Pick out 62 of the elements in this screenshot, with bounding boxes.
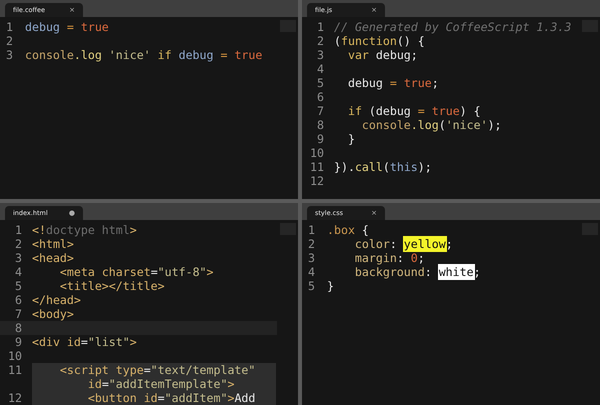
- line-number: 2: [5, 34, 14, 48]
- code-line: .box {: [327, 223, 369, 237]
- line-number: 7: [14, 307, 22, 321]
- code-line: <!doctype html>: [32, 223, 137, 237]
- line-number: 1: [14, 223, 22, 237]
- code-line: // Generated by CoffeeScript 1.3.3: [334, 20, 572, 34]
- line-number: 3: [307, 251, 316, 265]
- line-number: 6: [14, 293, 22, 307]
- line-number: 12: [309, 174, 324, 188]
- line-number: 5: [14, 279, 22, 293]
- code-line: console.log 'nice' if debug = true: [25, 48, 262, 62]
- code-line: <script type="text/template": [58, 363, 256, 377]
- code-line: }: [346, 132, 355, 146]
- line-number: 9: [316, 132, 324, 146]
- code-line: background: white;: [354, 265, 481, 279]
- code-editor[interactable]: 1 .box { 2 color: yellow; 3 margin: 0; 4 background: white; 5 }: [302, 220, 600, 405]
- line-number: 9: [14, 335, 22, 349]
- code-editor[interactable]: 1 // Generated by CoffeeScript 1.3.3 2 (function() { 3 var debug; 4 5 debug = true; 6 7 if (debug = true) { 8 console.log('nice'); 9 } 10 11 }).call(this); 12: [302, 17, 600, 199]
- code-line: debug = true;: [346, 76, 439, 90]
- line-number: 11: [309, 160, 324, 174]
- line-number: 11: [7, 363, 22, 377]
- code-line: var debug;: [346, 48, 418, 62]
- line-number: 4: [307, 265, 316, 279]
- code-line: debug = true: [25, 20, 109, 34]
- line-number: 4: [316, 62, 324, 76]
- code-line: <meta charset="utf-8">: [58, 265, 214, 279]
- code-line: <head>: [32, 251, 74, 265]
- line-number: 1: [307, 223, 316, 237]
- code-line: <div id="list">: [32, 335, 137, 349]
- code-line: <button id="addItem">Add: [86, 391, 256, 405]
- code-line: console.log('nice');: [360, 118, 502, 132]
- line-number: 12: [7, 391, 22, 405]
- line-number: 8: [14, 321, 22, 335]
- code-line: if (debug = true) {: [346, 104, 481, 118]
- line-number: 10: [7, 349, 22, 363]
- line-number: 10: [309, 146, 324, 160]
- line-number: 8: [316, 118, 324, 132]
- code-line: <html>: [32, 237, 74, 251]
- line-number: 3: [5, 48, 14, 62]
- code-line: }).call(this);: [334, 160, 432, 174]
- line-number: 2: [307, 237, 316, 251]
- code-line: margin: 0;: [354, 251, 425, 265]
- line-number: 3: [14, 251, 22, 265]
- line-number: 4: [14, 265, 22, 279]
- line-number: 2: [316, 34, 324, 48]
- line-number: 7: [316, 104, 324, 118]
- code-line: }: [327, 279, 334, 293]
- line-number: 1: [5, 20, 14, 34]
- code-line: </head>: [32, 293, 81, 307]
- line-number: 2: [14, 237, 22, 251]
- line-number: 5: [307, 279, 316, 293]
- code-line: id="addItemTemplate">: [86, 377, 234, 391]
- code-line: <body>: [32, 307, 74, 321]
- line-number: 1: [316, 20, 324, 34]
- line-number: 3: [316, 48, 324, 62]
- code-line: color: yellow;: [354, 237, 453, 251]
- line-number: 5: [316, 76, 324, 90]
- code-line: (function() {: [334, 34, 425, 48]
- code-editor[interactable]: 1 debug = true 2 3 console.log 'nice' if debug = true: [0, 17, 298, 199]
- code-line: <title></title>: [58, 279, 165, 293]
- line-number: 6: [316, 90, 324, 104]
- code-editor[interactable]: [0, 220, 298, 405]
